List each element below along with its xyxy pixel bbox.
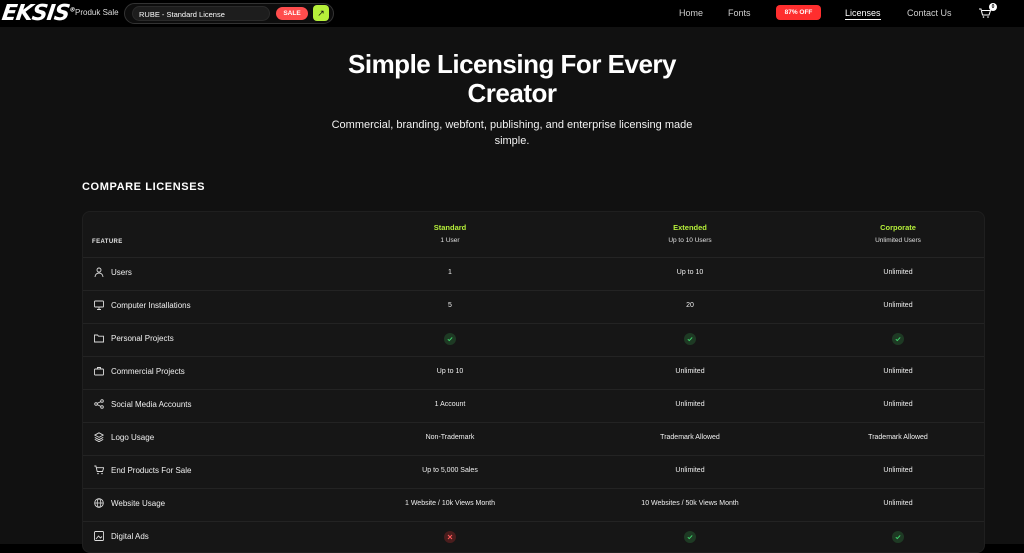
column-name: Corporate [880, 223, 916, 232]
column-corporate: Corporate Unlimited Users [818, 223, 978, 244]
product-select[interactable]: RUBE - Standard License [132, 6, 270, 21]
check-cell [818, 333, 978, 349]
value-cell: Unlimited [883, 368, 913, 375]
check-icon [684, 333, 696, 345]
cart-icon [94, 465, 104, 475]
briefcase-icon [94, 367, 104, 376]
table-row: Users 1 Up to 10 Unlimited [83, 257, 984, 291]
logo-text: EKSIS [0, 1, 71, 26]
cart-count-badge: 0 [989, 3, 997, 11]
layers-icon [94, 432, 104, 442]
table-row: Commercial Projects Up to 10 Unlimited Unli… [83, 356, 984, 390]
image-icon [94, 531, 104, 541]
licenses-section: Simple Licensing For Every Creator Comme… [0, 27, 1024, 553]
column-subtitle: Up to 10 Users [668, 237, 712, 244]
table-row: End Products For Sale Up to 5,000 Sales Un… [83, 455, 984, 489]
produk-sale-label: Produk Sale [75, 8, 119, 17]
feature-label: End Products For Sale [111, 466, 192, 475]
nav-fonts[interactable]: Fonts [728, 8, 751, 18]
feature-label: Website Usage [111, 499, 166, 508]
column-subtitle: 1 User [440, 237, 460, 244]
nav-home[interactable]: Home [679, 8, 703, 18]
feature-label: Personal Projects [111, 334, 174, 343]
value-cell: 5 [448, 302, 452, 309]
value-cell: Non-Trademark [425, 434, 475, 441]
nav-licenses[interactable]: Licenses [845, 8, 881, 20]
check-cell [610, 333, 770, 349]
table-header: FEATURE Standard 1 User Extended Up to 1… [83, 212, 984, 258]
column-subtitle: Unlimited Users [875, 237, 921, 244]
column-extended: Extended Up to 10 Users [610, 223, 770, 244]
value-cell: Up to 10 [676, 269, 704, 276]
globe-icon [94, 498, 104, 508]
value-cell: Unlimited [675, 467, 705, 474]
check-cell [370, 333, 530, 349]
cross-icon [444, 531, 456, 543]
check-icon [892, 333, 904, 345]
folder-icon [94, 334, 104, 343]
table-row: Website Usage 1 Website / 10k Views Month… [83, 488, 984, 522]
value-cell: 1 Website / 10k Views Month [404, 500, 495, 507]
table-row: Logo Usage Non-Trademark Trademark Allowed… [83, 422, 984, 456]
license-comparison-table: FEATURE Standard 1 User Extended Up to 1… [82, 211, 985, 553]
value-cell: Unlimited [883, 269, 913, 276]
value-cell: Unlimited [883, 500, 913, 507]
product-sale-widget: RUBE - Standard License SALE ↗ [124, 3, 334, 24]
table-row: Digital Ads [83, 521, 984, 552]
feature-label: Digital Ads [111, 532, 149, 541]
cross-cell [370, 531, 530, 547]
compare-licenses-heading: COMPARE LICENSES [82, 181, 206, 193]
feature-label: Computer Installations [111, 301, 191, 310]
value-cell: Unlimited [883, 302, 913, 309]
feature-label: Logo Usage [111, 433, 155, 442]
value-cell: Up to 5,000 Sales [422, 467, 478, 474]
column-standard: Standard 1 User [370, 223, 530, 244]
top-navigation-bar: EKSIS® Produk Sale RUBE - Standard Licen… [0, 0, 1024, 27]
feature-label: Social Media Accounts [111, 400, 192, 409]
sale-button[interactable]: SALE [276, 7, 308, 20]
table-row: Computer Installations 5 20 Unlimited [83, 290, 984, 324]
check-icon [444, 333, 456, 345]
value-cell: Trademark Allowed [868, 434, 928, 441]
check-cell [610, 531, 770, 547]
discount-badge[interactable]: 87% OFF [776, 5, 821, 20]
value-cell: 20 [686, 302, 694, 309]
value-cell: 1 [448, 269, 452, 276]
share-icon [94, 399, 104, 409]
registered-mark: ® [68, 6, 75, 14]
value-cell: Unlimited [675, 401, 705, 408]
column-name: Standard [433, 223, 467, 232]
value-cell: 1 Account [434, 401, 466, 408]
value-cell: Unlimited [883, 401, 913, 408]
check-cell [818, 531, 978, 547]
column-name: Extended [673, 223, 707, 232]
table-row: Social Media Accounts 1 Account Unlimited U… [83, 389, 984, 423]
check-icon [892, 531, 904, 543]
page-subtitle: Commercial, branding, webfont, publishin… [331, 119, 693, 147]
user-icon [94, 267, 104, 277]
value-cell: Trademark Allowed [660, 434, 720, 441]
table-row: Personal Projects [83, 323, 984, 357]
value-cell: 10 Websites / 50k Views Month [641, 500, 739, 507]
feature-label: Users [111, 268, 132, 277]
arrow-up-right-icon[interactable]: ↗ [313, 5, 329, 21]
feature-column-header: FEATURE [92, 239, 123, 245]
value-cell: Unlimited [675, 368, 705, 375]
nav-contact-us[interactable]: Contact Us [907, 8, 952, 18]
brand-logo[interactable]: EKSIS® [0, 1, 75, 26]
value-cell: Unlimited [883, 467, 913, 474]
page-title: Simple Licensing For Every Creator [348, 49, 677, 108]
value-cell: Up to 10 [436, 368, 464, 375]
feature-label: Commercial Projects [111, 367, 185, 376]
check-icon [684, 531, 696, 543]
monitor-icon [94, 300, 104, 310]
